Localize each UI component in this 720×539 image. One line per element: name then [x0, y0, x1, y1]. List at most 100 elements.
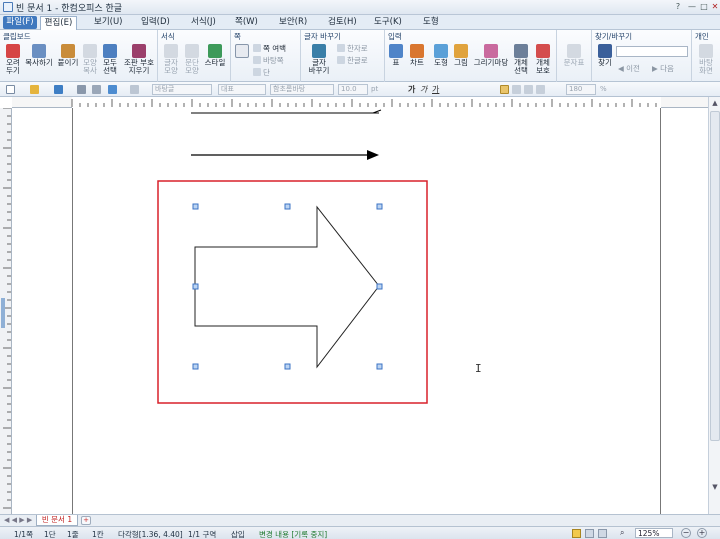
help-icon[interactable]: ?	[672, 2, 684, 12]
hangul-icon	[337, 56, 345, 64]
clear-codes-button[interactable]: 조판 부호 지우기	[121, 44, 157, 75]
group-title-char-replace: 글자 바꾸기	[304, 32, 341, 41]
scroll-thumb[interactable]	[710, 111, 720, 441]
zoom-select-status[interactable]: 125%	[635, 528, 673, 538]
column-button[interactable]: 단	[253, 68, 270, 78]
style-icon	[208, 44, 222, 58]
menu-format[interactable]: 서식(J)	[188, 16, 219, 29]
scroll-down-icon[interactable]: ▼	[710, 483, 720, 493]
page[interactable]: I	[72, 108, 661, 514]
picture-button[interactable]: 그림	[452, 44, 470, 67]
open-folder-icon[interactable]	[30, 85, 39, 94]
drawing-gallery-button[interactable]: 그리기마당	[473, 44, 509, 67]
vertical-scrollbar[interactable]: ▲ ▼	[708, 97, 720, 514]
italic-button[interactable]: 가	[420, 84, 427, 95]
app-icon[interactable]	[3, 2, 13, 12]
font-select[interactable]: 함초롬바탕	[270, 84, 334, 95]
menu-tools[interactable]: 도구(K)	[371, 16, 405, 29]
horizontal-ruler[interactable]	[12, 97, 708, 108]
align-center-icon[interactable]	[536, 85, 545, 94]
drawing-canvas: I	[157, 109, 482, 404]
find-button[interactable]: 찾기	[596, 44, 614, 67]
copy-button[interactable]: 복사하기	[24, 44, 54, 67]
save-icon[interactable]	[54, 85, 63, 94]
table-button[interactable]: 표	[388, 44, 404, 67]
tab-nav-icons[interactable]: ◀ ◀ ▶ ▶	[4, 516, 32, 524]
to-hanja-button[interactable]: 한자로	[337, 44, 368, 54]
find-prev-button[interactable]: ◀ 이전	[618, 64, 640, 74]
align-justify-icon[interactable]	[500, 85, 509, 94]
handle-s[interactable]	[284, 363, 291, 370]
status-page: 1/1쪽	[14, 530, 33, 539]
handle-ne[interactable]	[376, 203, 383, 210]
desktop-button[interactable]: 바탕 화면	[696, 44, 716, 75]
new-doc-icon[interactable]	[6, 85, 15, 94]
select-all-button[interactable]: 모두 선택	[100, 44, 120, 75]
zoom-out-icon[interactable]: −	[681, 528, 691, 538]
menu-view[interactable]: 보기(U)	[91, 16, 126, 29]
find-input[interactable]	[616, 46, 688, 57]
document-area[interactable]: I	[12, 108, 708, 514]
view-web-icon[interactable]	[598, 529, 607, 538]
style-button[interactable]: 스타일	[203, 44, 227, 67]
redo-icon[interactable]	[130, 85, 139, 94]
handle-nw[interactable]	[192, 203, 199, 210]
bold-button[interactable]: 가	[408, 84, 415, 95]
underline-button[interactable]: 가	[432, 84, 439, 95]
status-track-changes[interactable]: 변경 내용 [기록 중지]	[259, 529, 327, 539]
symbol-button[interactable]: 문자표	[560, 44, 588, 67]
handle-n[interactable]	[284, 203, 291, 210]
chart-button[interactable]: 차트	[406, 44, 428, 67]
page-margin-button[interactable]: 쪽 여백	[253, 44, 286, 54]
close-button[interactable]: ✕	[709, 2, 720, 12]
view-page-icon[interactable]	[585, 529, 594, 538]
scroll-up-icon[interactable]: ▲	[710, 99, 720, 109]
view-normal-icon[interactable]	[572, 529, 581, 538]
status-mode[interactable]: 삽입	[231, 529, 245, 539]
align-right-icon[interactable]	[524, 85, 533, 94]
select-object-button[interactable]: 개체 선택	[511, 44, 531, 75]
menu-shape[interactable]: 도형	[420, 16, 442, 29]
cut-button[interactable]: 오려 두기	[3, 44, 23, 75]
scissors-icon	[6, 44, 20, 58]
new-tab-icon[interactable]: +	[81, 516, 91, 525]
print-icon[interactable]	[77, 85, 86, 94]
vertical-ruler[interactable]	[0, 108, 12, 514]
handle-sw[interactable]	[192, 363, 199, 370]
language-select[interactable]: 대표	[218, 84, 266, 95]
find-next-button[interactable]: ▶ 다음	[652, 64, 674, 74]
zoom-select[interactable]: 180	[566, 84, 596, 95]
para-shape-icon	[185, 44, 199, 58]
align-left-icon[interactable]	[512, 85, 521, 94]
char-shape-button[interactable]: 글자 모양	[161, 44, 181, 75]
to-hangul-button[interactable]: 한글로	[337, 56, 368, 66]
font-size-input[interactable]: 10.0	[338, 84, 368, 95]
handle-w[interactable]	[192, 283, 199, 290]
style-select[interactable]: 바탕글	[152, 84, 212, 95]
char-replace-button[interactable]: 글자 바꾸기	[305, 44, 333, 75]
page-layout-button[interactable]	[234, 44, 250, 59]
undo-icon[interactable]	[108, 85, 117, 94]
zoom-search-icon[interactable]: ⌕	[620, 528, 624, 538]
group-find: 찾기/바꾸기 찾기 ◀ 이전 ▶ 다음	[592, 30, 692, 82]
zoom-in-icon[interactable]: +	[697, 528, 707, 538]
preview-icon[interactable]	[92, 85, 101, 94]
para-shape-button[interactable]: 문단 모양	[182, 44, 202, 75]
handle-se[interactable]	[376, 363, 383, 370]
format-painter-button[interactable]: 모양 복사	[81, 44, 99, 75]
handle-e[interactable]	[376, 283, 383, 290]
ribbon: 클립보드 오려 두기 복사하기 붙이기 모양 복사 모두 선택 조판 부호 지우…	[0, 30, 720, 82]
menu-edit[interactable]: 편집(E)	[40, 16, 77, 30]
menu-file[interactable]: 파일(F)	[3, 16, 37, 29]
master-page-button[interactable]: 바탕쪽	[253, 56, 284, 66]
menu-review[interactable]: 검토(H)	[325, 16, 360, 29]
menu-insert[interactable]: 입력(D)	[138, 16, 173, 29]
doc-tab[interactable]: 빈 문서 1	[36, 515, 78, 526]
minimize-button[interactable]: —	[686, 2, 698, 12]
menu-security[interactable]: 보안(R)	[276, 16, 310, 29]
paste-button[interactable]: 붙이기	[56, 44, 80, 67]
shape-button[interactable]: 도형	[432, 44, 450, 67]
protect-object-button[interactable]: 개체 보호	[533, 44, 553, 75]
right-arrow-shape[interactable]	[194, 205, 380, 369]
menu-page[interactable]: 쪽(W)	[232, 16, 261, 29]
